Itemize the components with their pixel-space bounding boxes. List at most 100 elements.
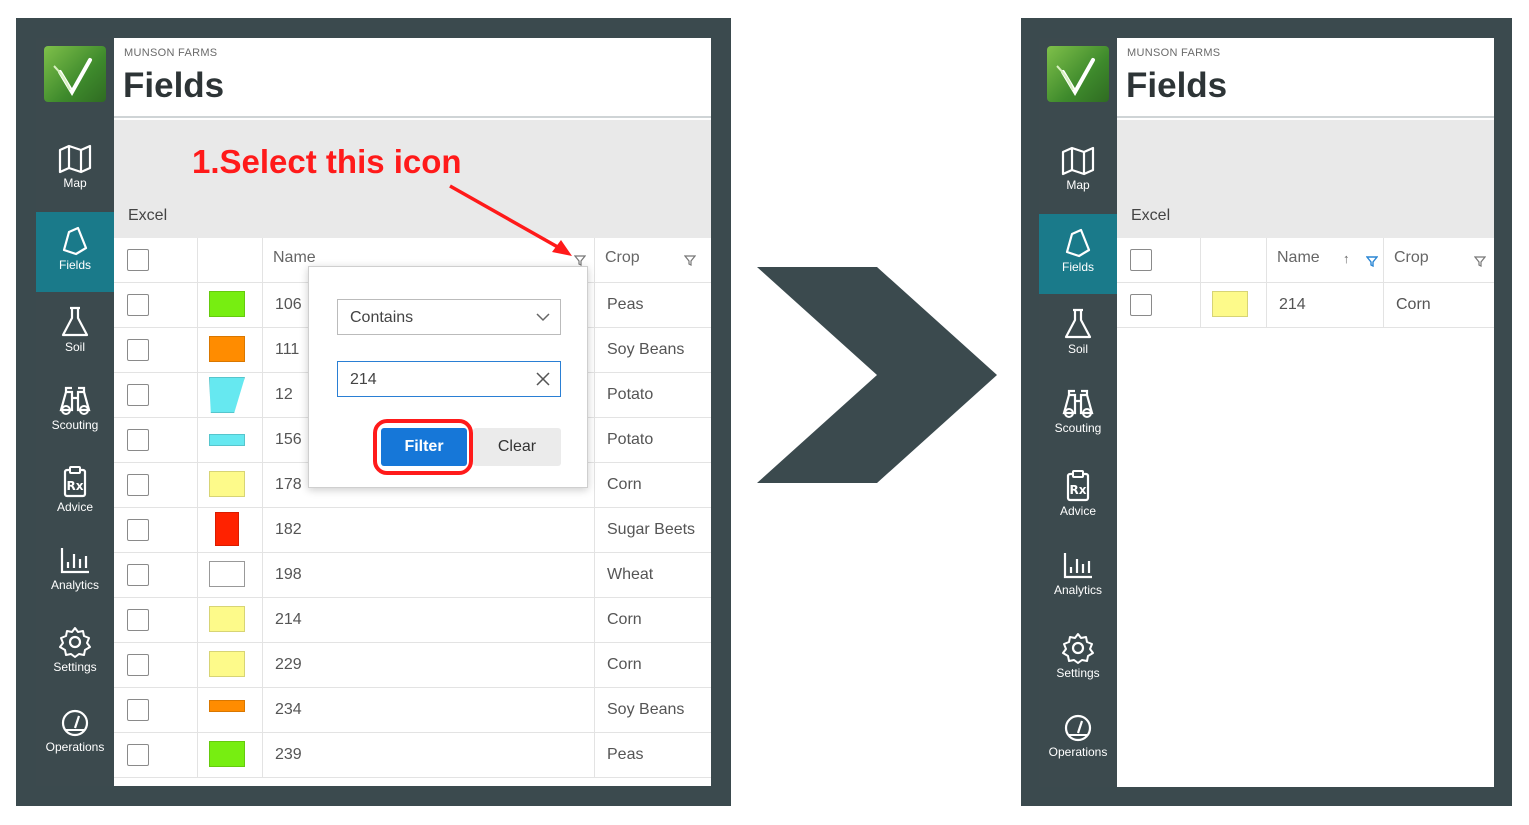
color-cell [198, 688, 263, 732]
row-select-cell [1117, 283, 1201, 327]
crop-cell: Potato [595, 418, 711, 462]
field-name: 198 [275, 566, 302, 583]
table-row[interactable]: 198 Wheat [114, 553, 711, 598]
nav-label: Advice [56, 500, 94, 514]
app-logo[interactable] [44, 46, 106, 102]
row-checkbox[interactable] [127, 654, 149, 676]
filter-icon[interactable] [684, 254, 696, 266]
table-row[interactable]: 234 Soy Beans [114, 688, 711, 733]
flask-icon [61, 306, 89, 337]
nav-settings[interactable]: Settings [1039, 618, 1117, 698]
map-icon [58, 144, 92, 174]
row-checkbox[interactable] [127, 519, 149, 541]
row-checkbox[interactable] [127, 699, 149, 721]
nav-fields[interactable]: Fields [36, 212, 114, 292]
row-checkbox[interactable] [127, 339, 149, 361]
filter-icon[interactable] [574, 254, 586, 266]
table-row[interactable]: 229 Corn [114, 643, 711, 688]
color-cell [198, 463, 263, 507]
filter-icon[interactable] [1474, 255, 1486, 267]
table-row[interactable]: 239 Peas [114, 733, 711, 778]
row-checkbox[interactable] [127, 744, 149, 766]
color-cell [198, 283, 263, 327]
select-all-checkbox[interactable] [127, 249, 149, 271]
nav-label: Fields [1061, 260, 1094, 274]
nav-analytics[interactable]: Analytics [1039, 537, 1117, 617]
crop-name: Sugar Beets [607, 521, 696, 538]
row-select-cell [114, 463, 198, 507]
row-checkbox[interactable] [127, 294, 149, 316]
row-select-cell [114, 283, 198, 327]
nav-label: Settings [1056, 666, 1100, 680]
excel-export-button[interactable]: Excel [1131, 207, 1170, 225]
crop-header-cell[interactable]: Crop [595, 238, 711, 282]
app-logo[interactable] [1047, 46, 1109, 102]
field-color-swatch [209, 471, 245, 497]
nav-label: Operations [1048, 745, 1108, 759]
filter-value-input[interactable]: 214 [337, 361, 561, 397]
row-checkbox[interactable] [127, 384, 149, 406]
field-name: 156 [275, 431, 302, 448]
crop-cell: Corn [595, 463, 711, 507]
nav-analytics[interactable]: Analytics [36, 532, 114, 612]
flask-icon [1064, 308, 1092, 339]
row-checkbox[interactable] [127, 474, 149, 496]
nav-label: Map [63, 176, 87, 190]
field-color-swatch [209, 434, 245, 446]
color-cell [198, 553, 263, 597]
nav-fields[interactable]: Fields [1039, 214, 1117, 294]
filter-active-icon[interactable] [1366, 255, 1378, 267]
row-select-cell [114, 373, 198, 417]
page-header: MUNSON FARMS Fields [114, 38, 711, 118]
nav-soil[interactable]: Soil [36, 292, 114, 372]
fields-app-after: Map Fields Soil Scouting Rx Advice Analy… [1039, 38, 1494, 787]
name-header-cell[interactable]: Name ↑ [1267, 238, 1384, 282]
field-icon [1065, 228, 1091, 258]
crop-name: Peas [607, 296, 644, 313]
excel-export-button[interactable]: Excel [128, 207, 167, 225]
nav-label: Map [1066, 178, 1090, 192]
crop-header-cell[interactable]: Crop [1384, 238, 1494, 282]
prescription-clipboard-icon: Rx [63, 466, 87, 498]
field-color-swatch [209, 700, 245, 712]
nav-advice[interactable]: Rx Advice [36, 452, 114, 532]
page-title: Fields [1126, 66, 1228, 105]
row-checkbox[interactable] [127, 609, 149, 631]
nav-settings[interactable]: Settings [36, 612, 114, 692]
row-checkbox[interactable] [1130, 294, 1152, 316]
name-cell: 239 [263, 733, 595, 777]
svg-text:Rx: Rx [1070, 483, 1087, 497]
field-name: 106 [275, 296, 302, 313]
table-row[interactable]: 214 Corn [1117, 283, 1494, 328]
field-name: 182 [275, 521, 302, 538]
nav-operations[interactable]: Operations [36, 694, 114, 774]
right-screenshot-frame: Map Fields Soil Scouting Rx Advice Analy… [1021, 18, 1512, 806]
row-select-cell [114, 688, 198, 732]
crop-cell: Peas [595, 283, 711, 327]
table-row[interactable]: 214 Corn [114, 598, 711, 643]
nav-soil[interactable]: Soil [1039, 294, 1117, 374]
name-cell: 214 [1267, 283, 1384, 327]
map-icon [1061, 146, 1095, 176]
color-cell [198, 733, 263, 777]
nav-scouting[interactable]: Scouting [36, 372, 114, 452]
nav-advice[interactable]: Rx Advice [1039, 456, 1117, 536]
crop-name: Peas [607, 746, 644, 763]
field-color-swatch [209, 561, 245, 587]
nav-label: Operations [45, 740, 105, 754]
table-row[interactable]: 182 Sugar Beets [114, 508, 711, 553]
row-select-cell [114, 508, 198, 552]
filter-operator-select[interactable]: Contains [337, 299, 561, 335]
filter-button[interactable]: Filter [381, 428, 467, 466]
select-all-checkbox[interactable] [1130, 249, 1152, 271]
row-checkbox[interactable] [127, 429, 149, 451]
clear-button[interactable]: Clear [473, 428, 561, 466]
name-cell: 234 [263, 688, 595, 732]
row-checkbox[interactable] [127, 564, 149, 586]
nav-map[interactable]: Map [1039, 132, 1117, 212]
sort-ascending-icon[interactable]: ↑ [1343, 251, 1350, 266]
close-icon[interactable] [536, 372, 550, 386]
nav-operations[interactable]: Operations [1039, 699, 1117, 779]
nav-scouting[interactable]: Scouting [1039, 375, 1117, 455]
nav-map[interactable]: Map [36, 130, 114, 210]
